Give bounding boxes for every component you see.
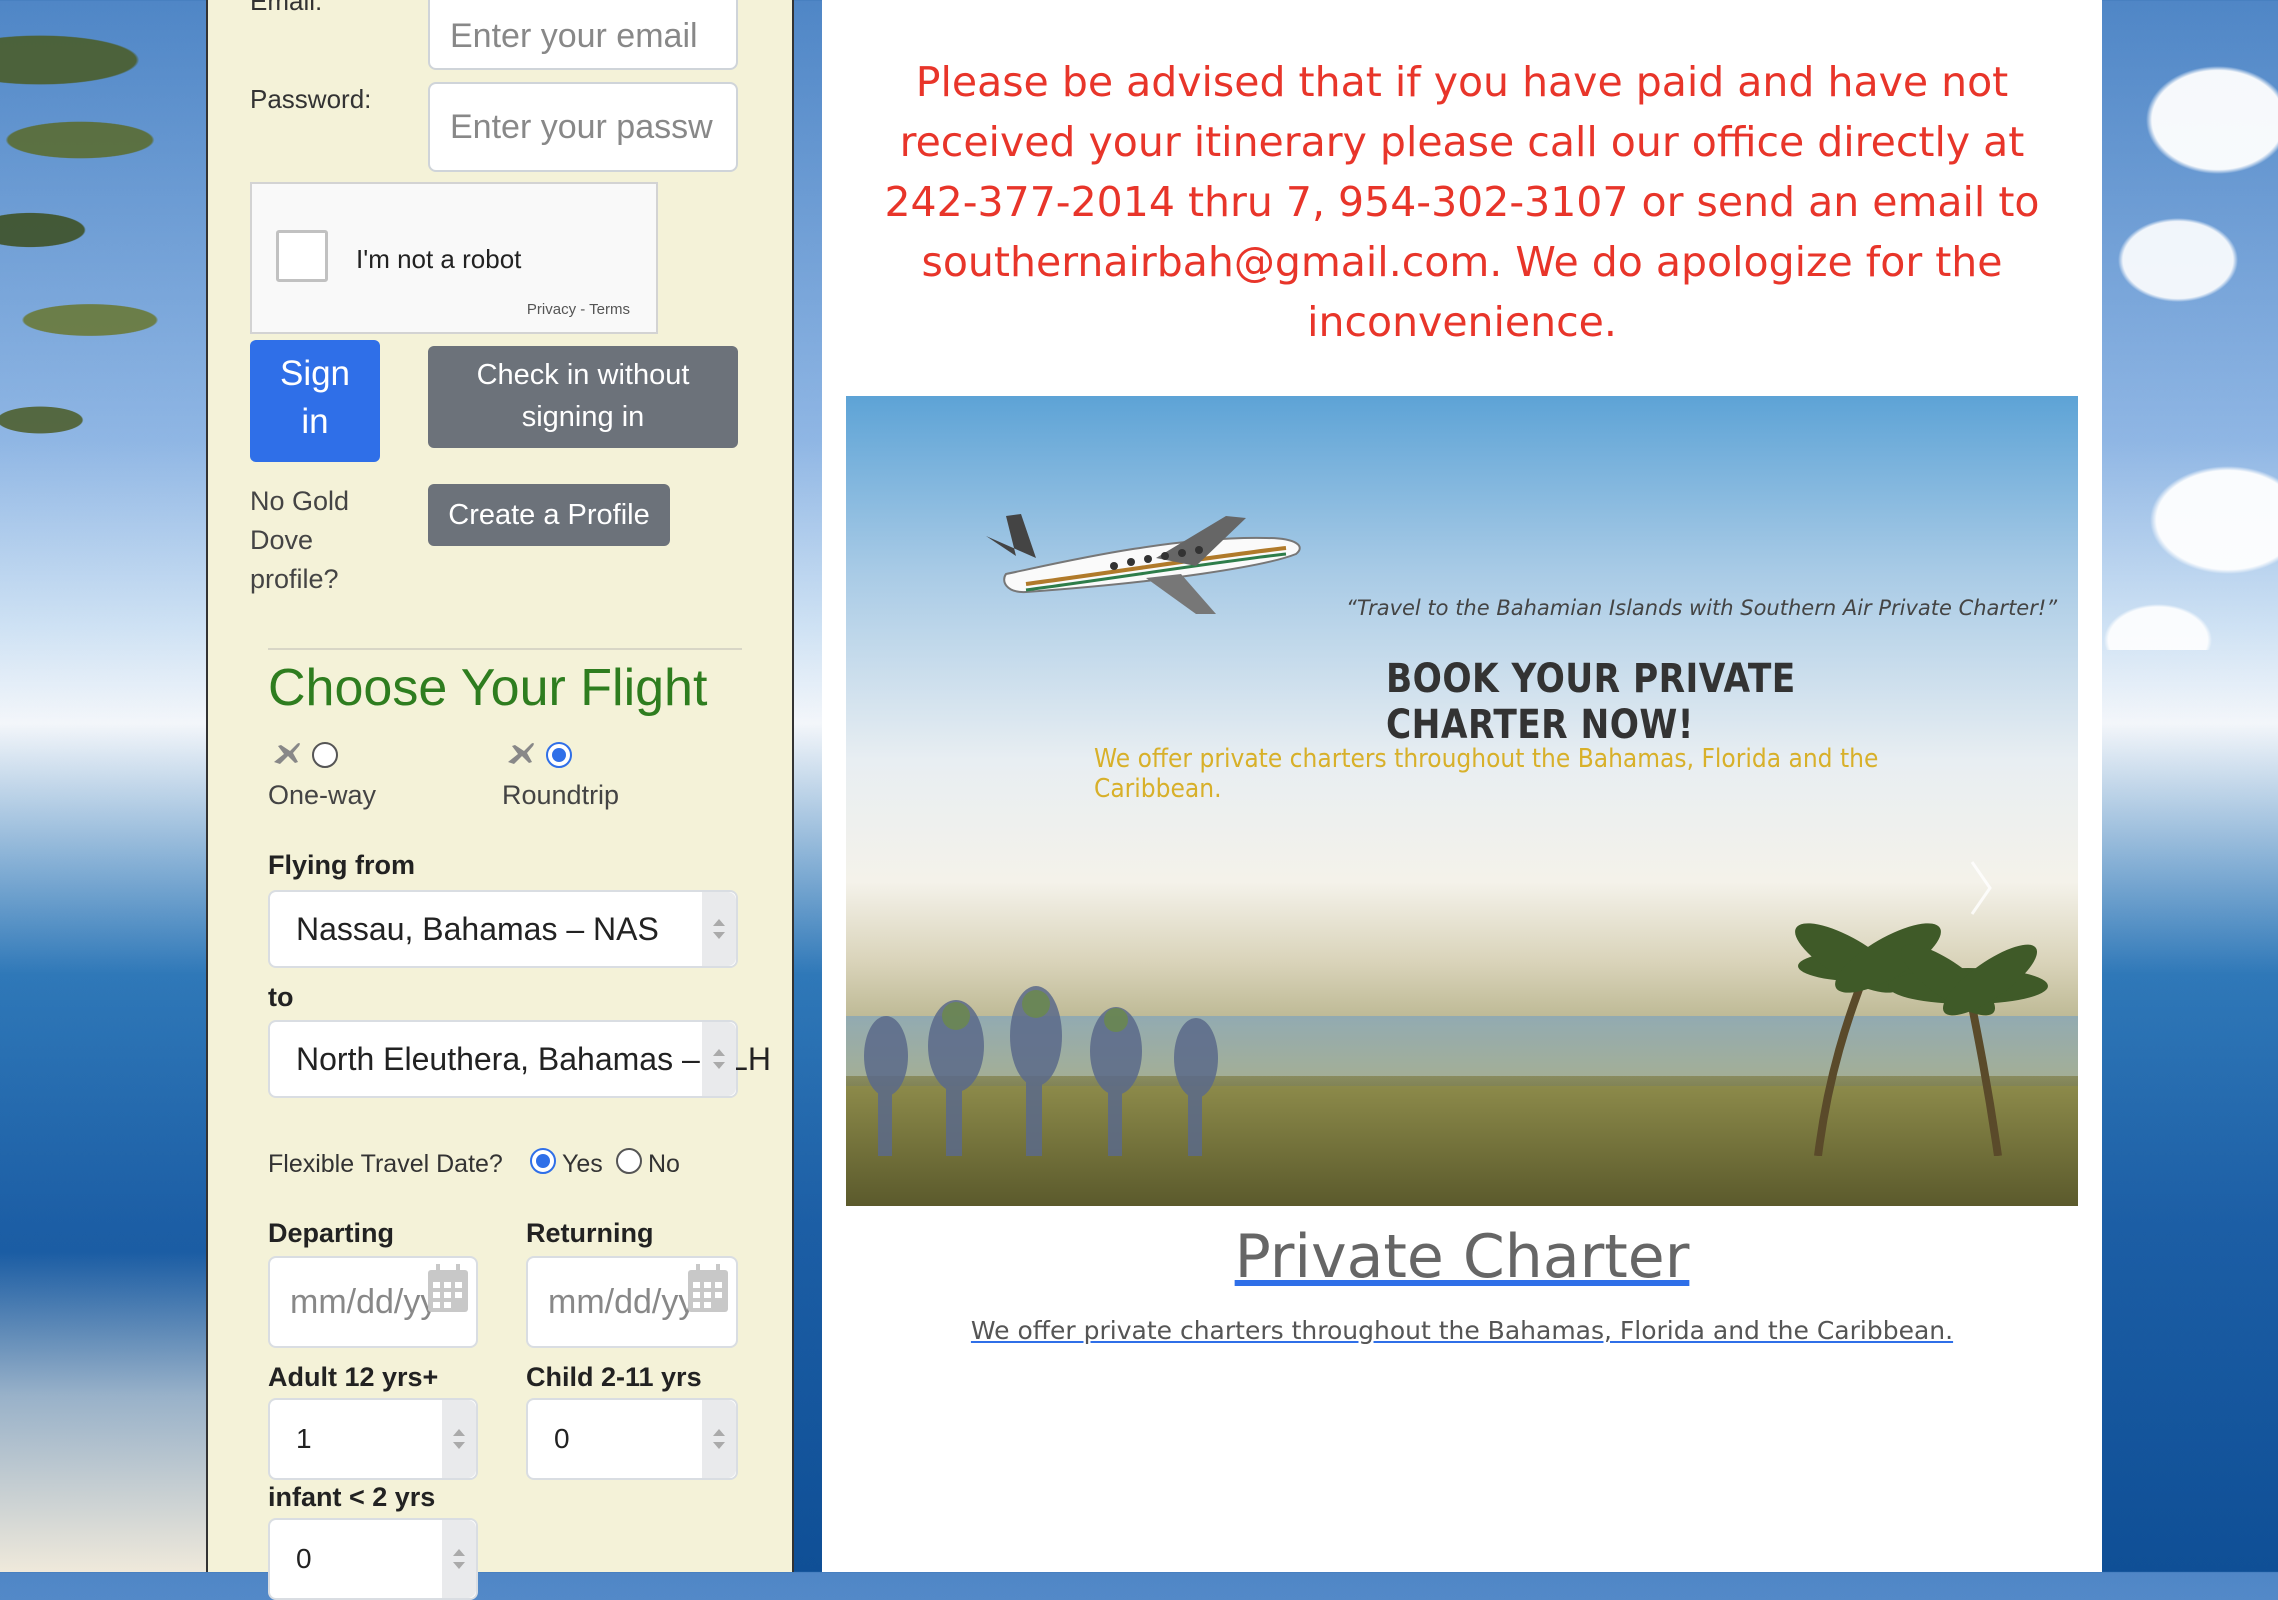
slide-headline: BOOK YOUR PRIVATE CHARTER NOW! [1386,656,1796,748]
select-arrows-icon [442,1520,476,1598]
one-way-label: One-way [268,780,377,810]
flexible-yes-label: Yes [562,1150,603,1178]
no-profile-line1: No Gold [250,486,350,516]
select-arrows-icon [702,892,736,966]
select-arrows-icon [702,1400,736,1478]
check-in-without-signing-button[interactable]: Check in without signing in [428,346,738,448]
returning-date-input[interactable]: mm/dd/yy [526,1256,738,1348]
child-label: Child 2-11 yrs [526,1362,702,1392]
airplane-illustration [986,514,1301,614]
email-input[interactable]: Enter your email [428,0,738,70]
password-label: Password: [250,84,372,114]
calendar-icon[interactable] [426,1262,470,1314]
palm-tree-background [0,0,210,520]
infant-count-select[interactable]: 0 [268,1518,478,1600]
flexible-no-radio[interactable] [616,1148,642,1174]
departing-date-input[interactable]: mm/dd/yy [268,1256,478,1348]
flying-to-select[interactable]: North Eleuthera, Bahamas – ELH [268,1020,771,1098]
slide-quote: “Travel to the Bahamian Islands with Sou… [1346,596,2058,620]
adult-count-select[interactable]: 1 [268,1398,478,1480]
junkanoo-dancers-illustration [864,986,1218,1156]
recaptcha-label: I'm not a robot [356,244,522,274]
check-in-label-line1: Check in without [476,359,690,391]
departing-label: Departing [268,1218,395,1248]
booking-sidebar: Email: Enter your email Password: Enter … [206,0,794,1600]
cloud-background [2098,0,2278,650]
flexible-no-label: No [648,1150,680,1178]
returning-placeholder: mm/dd/yy [548,1283,696,1321]
select-arrows-icon [442,1400,476,1478]
choose-flight-title: Choose Your Flight [268,659,708,717]
roundtrip-radio[interactable] [546,742,572,768]
main-content: Please be advised that if you have paid … [822,0,2102,1572]
plane-icon [508,742,534,764]
check-in-label-line2: signing in [521,401,645,433]
sign-in-label-line1: Sign [279,354,351,393]
sign-in-label-line2: in [301,402,329,441]
palm-trees-illustration [1795,923,2048,1156]
slide-offer: We offer private charters throughout the… [1094,744,1879,804]
adult-count-value: 1 [296,1423,312,1454]
password-placeholder: Enter your passw [450,108,713,146]
recaptcha-checkbox[interactable] [276,230,328,282]
roundtrip-label: Roundtrip [502,780,620,810]
child-count-value: 0 [554,1423,570,1454]
flying-to-value: North Eleuthera, Bahamas – ELH [296,1041,771,1077]
one-way-radio[interactable] [312,742,338,768]
adult-label: Adult 12 yrs+ [268,1362,439,1392]
section-divider [268,648,742,650]
create-profile-button[interactable]: Create a Profile [428,484,670,546]
returning-label: Returning [526,1218,654,1248]
no-profile-text: No Gold Dove profile? [250,482,349,599]
email-label: Email: [250,0,323,16]
flexible-date-label: Flexible Travel Date? [268,1150,503,1178]
itinerary-notice: Please be advised that if you have paid … [884,58,2040,346]
password-input[interactable]: Enter your passw [428,82,738,172]
flying-from-value: Nassau, Bahamas – NAS [296,911,659,947]
infant-count-value: 0 [296,1543,312,1574]
flying-from-select[interactable]: Nassau, Bahamas – NAS [268,890,738,968]
plane-icon [274,742,300,764]
departing-placeholder: mm/dd/yy [290,1283,438,1321]
calendar-icon[interactable] [686,1262,730,1314]
no-profile-line3: profile? [250,564,339,594]
select-arrows-icon [702,1022,736,1096]
recaptcha-links[interactable]: Privacy - Terms [527,301,630,318]
private-charter-link[interactable]: Private Charter [822,1222,2102,1292]
email-placeholder: Enter your email [450,17,698,55]
no-profile-line2: Dove [250,525,314,555]
recaptcha-widget: I'm not a robot Privacy - Terms [250,182,658,334]
sign-in-button[interactable]: Sign in [250,340,380,462]
infant-label: infant < 2 yrs [268,1482,436,1512]
create-profile-label: Create a Profile [448,499,650,531]
child-count-select[interactable]: 0 [526,1398,738,1480]
flexible-yes-radio[interactable] [530,1148,556,1174]
private-charter-description-link[interactable]: We offer private charters throughout the… [822,1316,2102,1345]
flying-from-label: Flying from [268,850,415,880]
beach-background [0,1252,210,1572]
to-label: to [268,982,294,1012]
promo-carousel: “Travel to the Bahamian Islands with Sou… [846,396,2078,1206]
